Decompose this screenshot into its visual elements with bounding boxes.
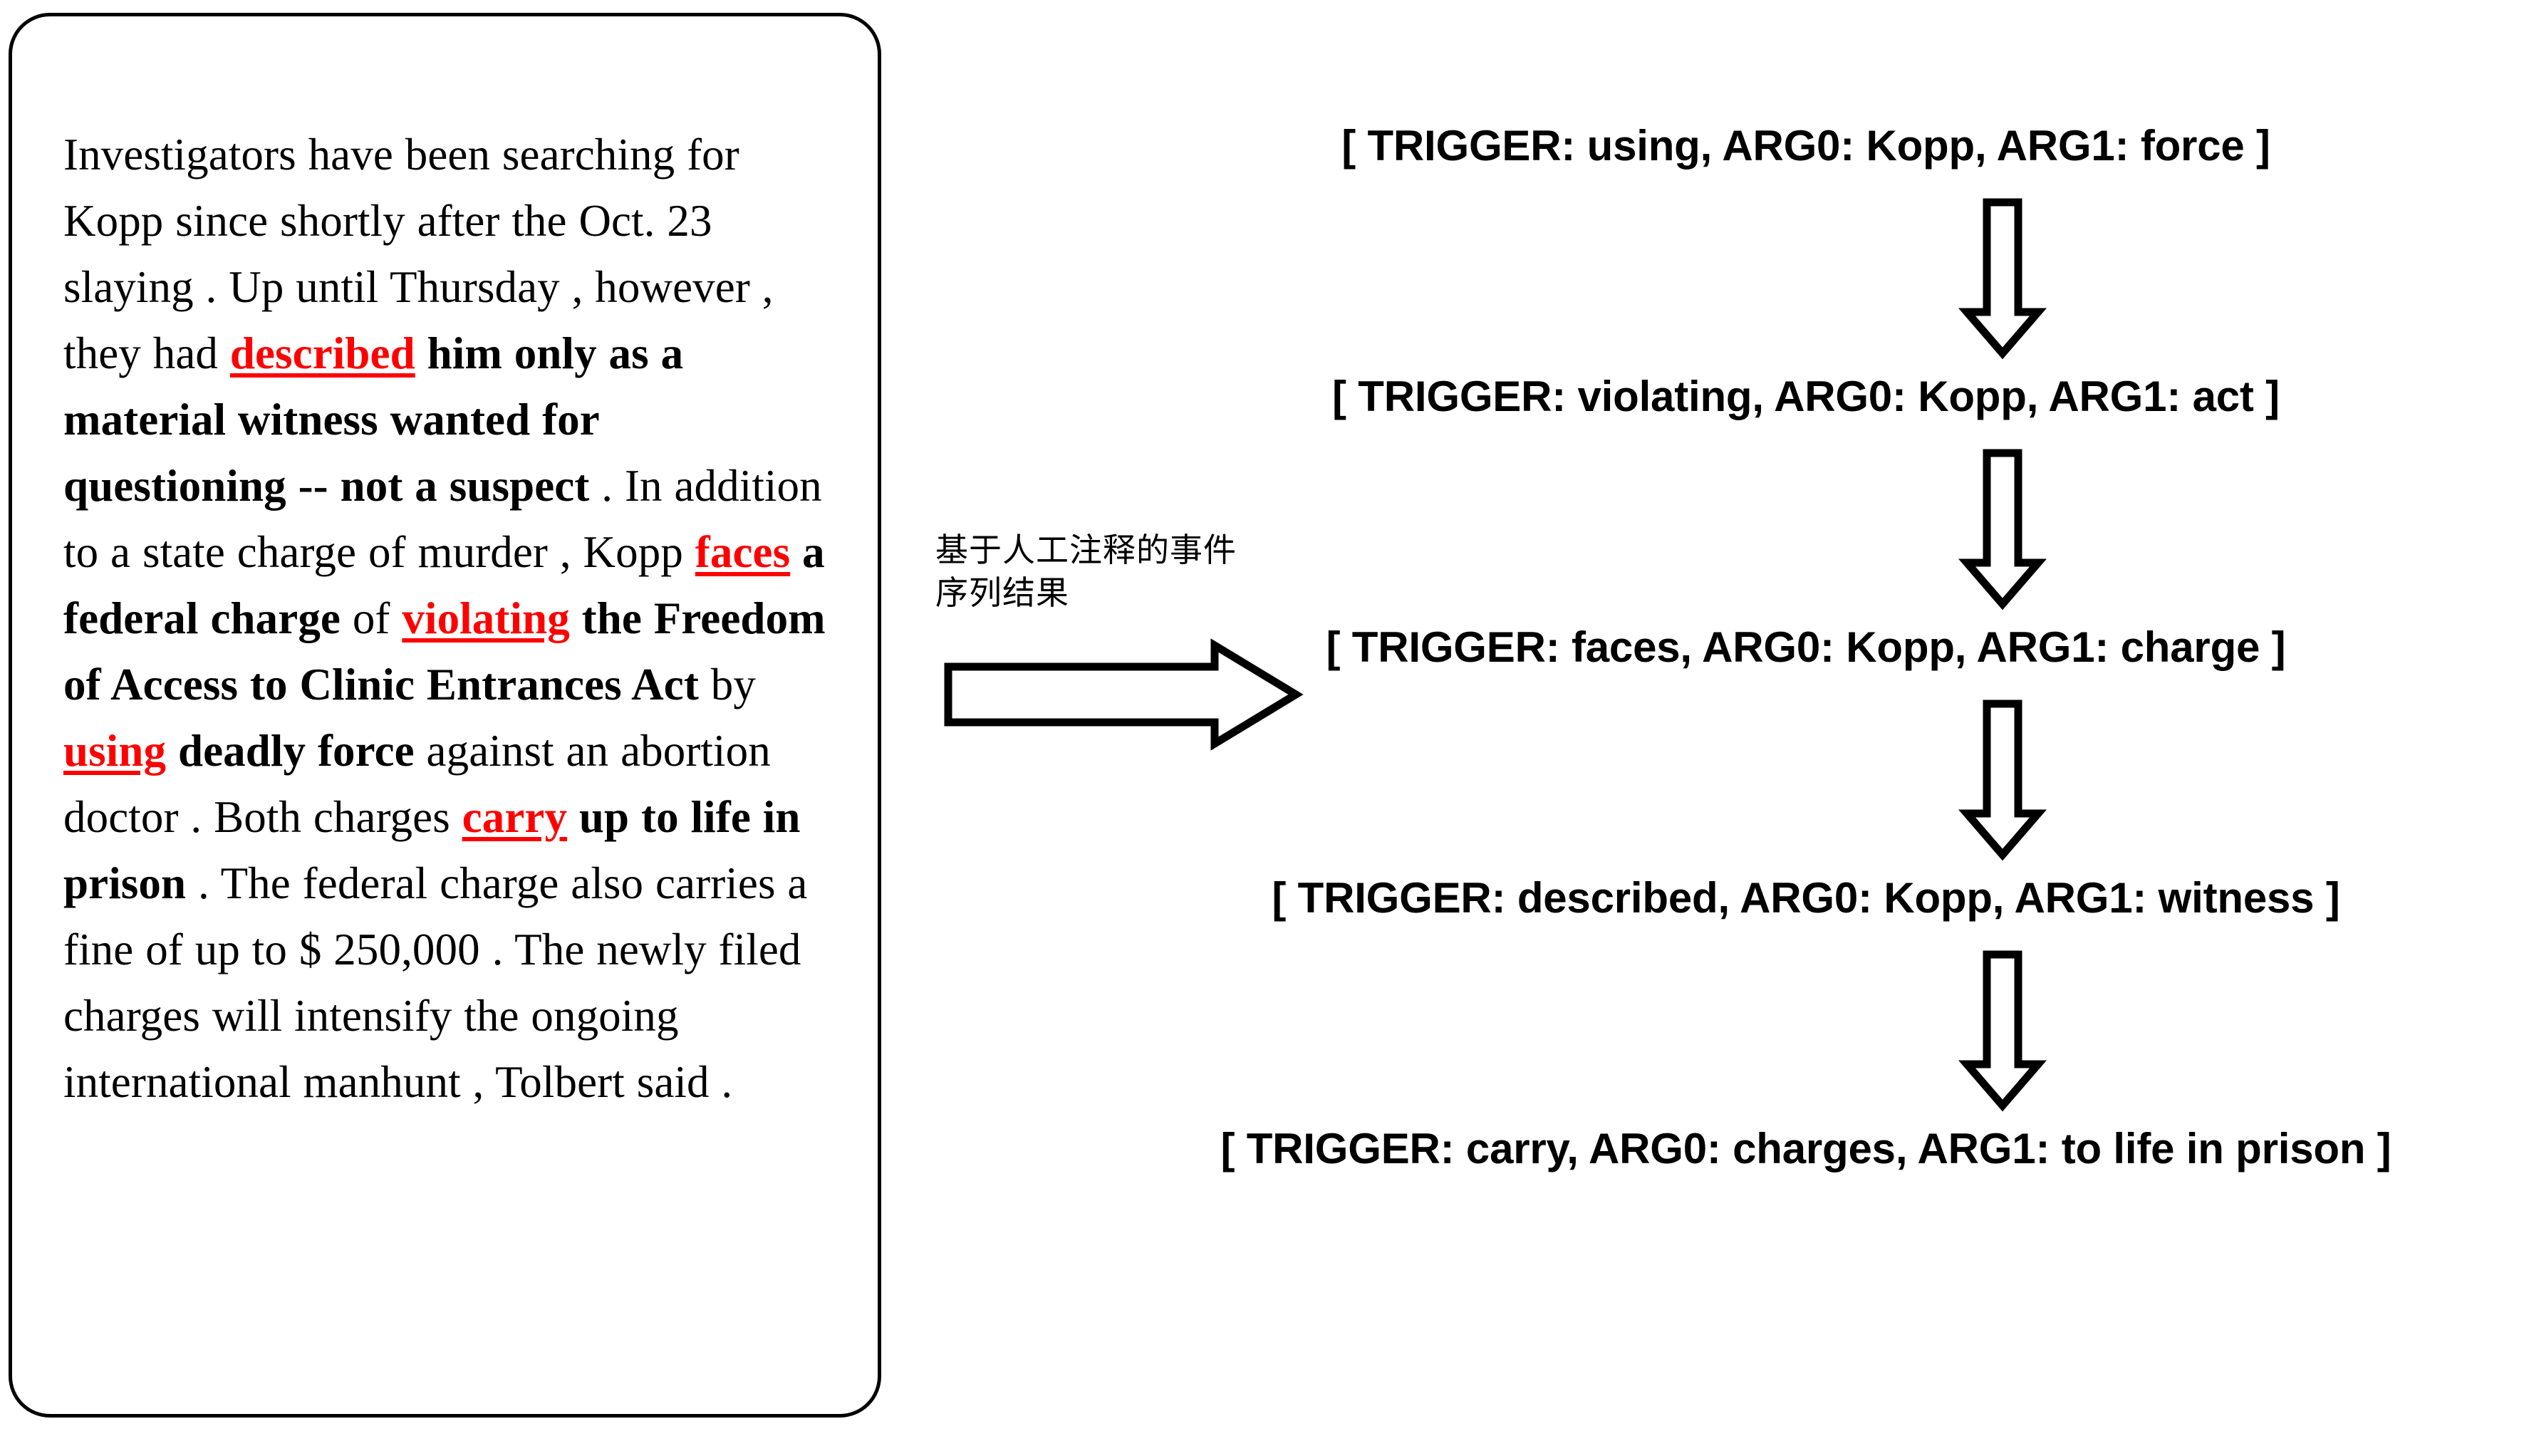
event-tuple-5: [ TRIGGER: carry, ARG0: charges, ARG1: t… (1220, 1125, 2391, 1172)
passage-trigger-word: faces (695, 527, 791, 577)
passage-plain-span (415, 328, 427, 378)
passage-plain-span (166, 726, 178, 776)
event-sequence-chain: [ TRIGGER: using, ARG0: Kopp, ARG1: forc… (1097, 121, 2515, 1318)
down-block-arrow-2 (1958, 449, 2047, 610)
passage-trigger-word: carry (462, 792, 568, 842)
event-tuple-2: [ TRIGGER: violating, ARG0: Kopp, ARG1: … (1332, 373, 2280, 420)
passage-plain-span: by (698, 660, 756, 709)
event-tuple-1: [ TRIGGER: using, ARG0: Kopp, ARG1: forc… (1341, 122, 2270, 170)
down-block-arrow-4 (1958, 950, 2047, 1112)
event-tuple-3: [ TRIGGER: faces, ARG0: Kopp, ARG1: char… (1326, 623, 2286, 671)
passage-plain-span: of (340, 593, 403, 643)
source-passage-card: Investigators have been searching for Ko… (9, 13, 881, 1418)
down-block-arrow-3 (1958, 700, 2047, 861)
passage-plain-span (567, 792, 579, 842)
passage-trigger-word: violating (402, 593, 570, 643)
source-passage-text: Investigators have been searching for Ko… (63, 122, 833, 1116)
passage-plain-span (790, 527, 802, 577)
passage-bold-span: deadly force (177, 726, 415, 776)
down-block-arrow-1 (1958, 198, 2047, 360)
passage-plain-span (570, 593, 582, 643)
passage-trigger-word: described (229, 328, 415, 378)
event-tuple-4: [ TRIGGER: described, ARG0: Kopp, ARG1: … (1272, 874, 2340, 922)
passage-trigger-word: using (63, 726, 167, 776)
